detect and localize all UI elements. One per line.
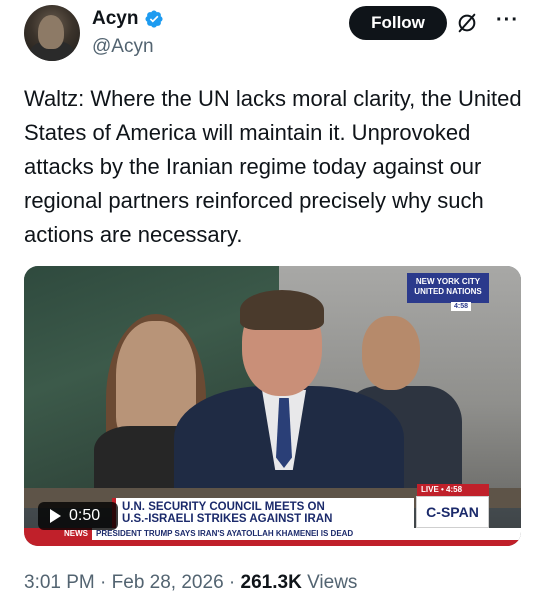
location-time: 4:58 xyxy=(451,302,472,311)
play-duration-pill[interactable]: 0:50 xyxy=(38,502,118,530)
grok-icon[interactable] xyxy=(456,12,478,34)
tweet-date[interactable]: Feb 28, 2026 xyxy=(112,572,224,593)
follow-button[interactable]: Follow xyxy=(349,6,447,40)
news-ticker-text: PRESIDENT TRUMP SAYS IRAN'S AYATOLLAH KH… xyxy=(96,529,354,538)
video-figure-man-head xyxy=(362,316,420,390)
author-display-name[interactable]: Acyn xyxy=(92,8,138,30)
video-duration: 0:50 xyxy=(69,507,101,524)
tweet-meta: 3:01 PM · Feb 28, 2026 · 261.3K Views xyxy=(24,572,357,594)
live-tag: LIVE • 4:58 xyxy=(417,484,489,496)
more-icon[interactable]: ··· xyxy=(496,9,519,32)
video-speaker-hair xyxy=(240,290,324,330)
network-logo: C-SPAN xyxy=(416,496,489,528)
location-badge: NEW YORK CITY UNITED NATIONS xyxy=(407,273,489,303)
tweet-text: Waltz: Where the UN lacks moral clarity,… xyxy=(24,86,522,247)
headline-lower-third: U.N. SECURITY COUNCIL MEETS ON U.S.-ISRA… xyxy=(112,498,414,528)
avatar[interactable] xyxy=(24,5,80,61)
ticker-red-bar xyxy=(24,540,521,546)
views-label: Views xyxy=(307,572,358,593)
location-badge-line2: UNITED NATIONS xyxy=(414,287,482,296)
author-handle[interactable]: @Acyn xyxy=(92,36,154,58)
headline-line2: U.S.-ISRAELI STRIKES AGAINST IRAN xyxy=(122,513,333,525)
play-icon[interactable] xyxy=(50,509,61,523)
author-name-row: Acyn xyxy=(92,8,164,30)
meta-separator-1: · xyxy=(100,572,107,593)
location-badge-line1: NEW YORK CITY xyxy=(415,277,481,286)
tweet-time[interactable]: 3:01 PM xyxy=(24,572,95,593)
views-count[interactable]: 261.3K xyxy=(241,572,302,593)
verified-badge-icon xyxy=(145,10,164,28)
headline-line1: U.N. SECURITY COUNCIL MEETS ON xyxy=(122,501,325,513)
avatar-head-shape xyxy=(38,15,64,49)
meta-separator-2: · xyxy=(228,572,236,593)
video-player[interactable]: NEW YORK CITY UNITED NATIONS 4:58 LIVE •… xyxy=(24,266,521,546)
network-name: C-SPAN xyxy=(426,504,479,520)
